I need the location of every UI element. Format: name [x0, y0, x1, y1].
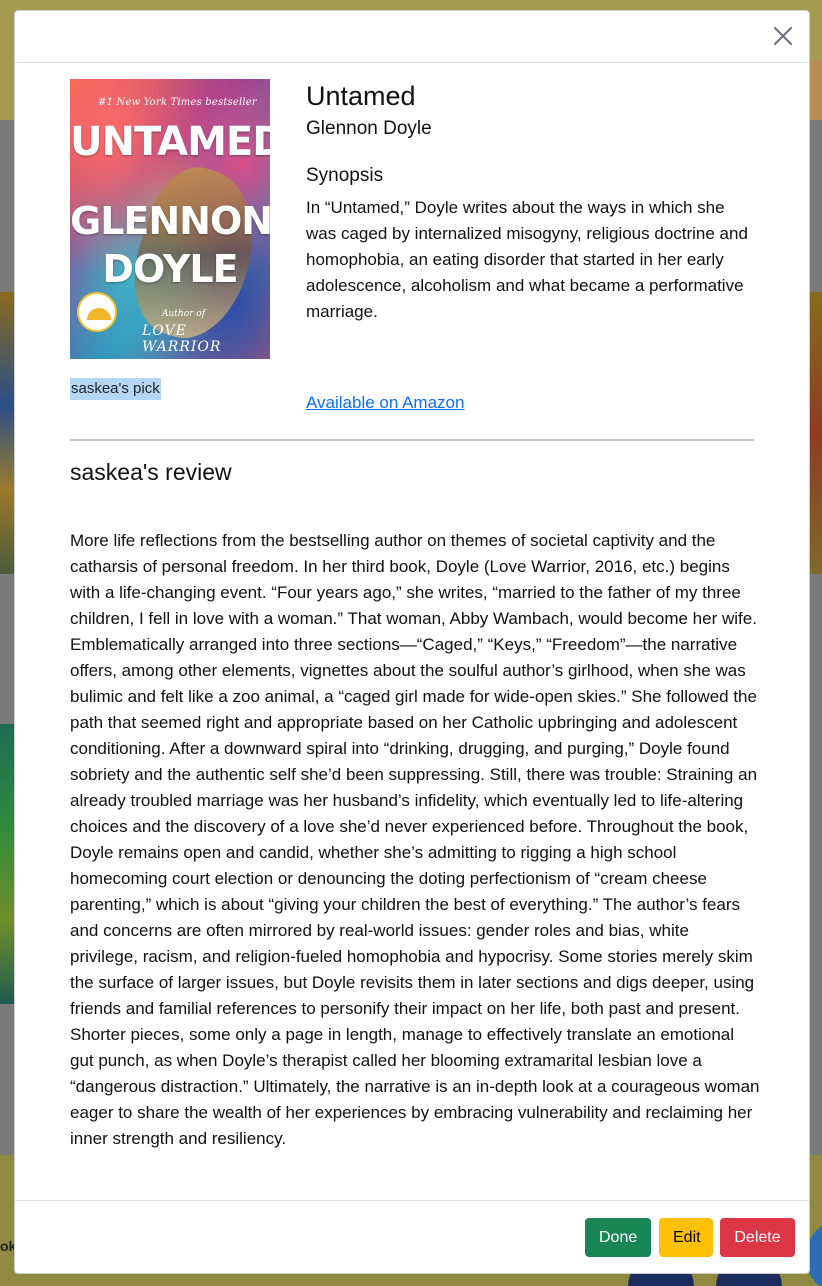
- close-icon: [773, 26, 793, 46]
- cover-title-text: UNTAMED: [70, 119, 270, 165]
- modal-header: [15, 11, 809, 63]
- amazon-link[interactable]: Available on Amazon: [306, 391, 464, 415]
- book-modal: #1 New York Times bestseller UNTAMED GLE…: [14, 10, 810, 1274]
- cover-bestseller-text: #1 New York Times bestseller: [98, 97, 257, 108]
- book-cover-image: #1 New York Times bestseller UNTAMED GLE…: [70, 79, 270, 359]
- modal-body: #1 New York Times bestseller UNTAMED GLE…: [15, 64, 809, 1200]
- divider: [70, 439, 754, 441]
- review-text: More life reflections from the bestselli…: [70, 531, 760, 1148]
- book-club-badge-icon: [77, 292, 117, 332]
- background-book-cover: [0, 292, 14, 574]
- edit-button[interactable]: Edit: [659, 1218, 713, 1257]
- delete-button[interactable]: Delete: [720, 1218, 795, 1257]
- background-book-cover: [0, 724, 14, 1004]
- cover-author-text: GLENNON: [70, 199, 270, 243]
- synopsis-heading: Synopsis: [306, 165, 384, 186]
- cover-author-text: DOYLE: [102, 247, 238, 291]
- background-book-cover: [810, 292, 822, 574]
- cover-subtitle-text: LOVE WARRIOR: [142, 323, 222, 355]
- review-heading: saskea's review: [70, 459, 232, 485]
- modal-footer: Done Edit Delete: [15, 1200, 809, 1273]
- book-info: Untamed Glennon Doyle Synopsis In “Untam…: [306, 79, 756, 325]
- pick-label: saskea's pick: [70, 378, 161, 400]
- cover-author-of-text: Author of: [162, 309, 206, 319]
- synopsis-text: In “Untamed,” Doyle writes about the way…: [306, 198, 748, 321]
- book-title: Untamed: [306, 81, 416, 111]
- book-author: Glennon Doyle: [306, 118, 432, 139]
- done-button[interactable]: Done: [585, 1218, 651, 1257]
- close-button[interactable]: [771, 24, 795, 48]
